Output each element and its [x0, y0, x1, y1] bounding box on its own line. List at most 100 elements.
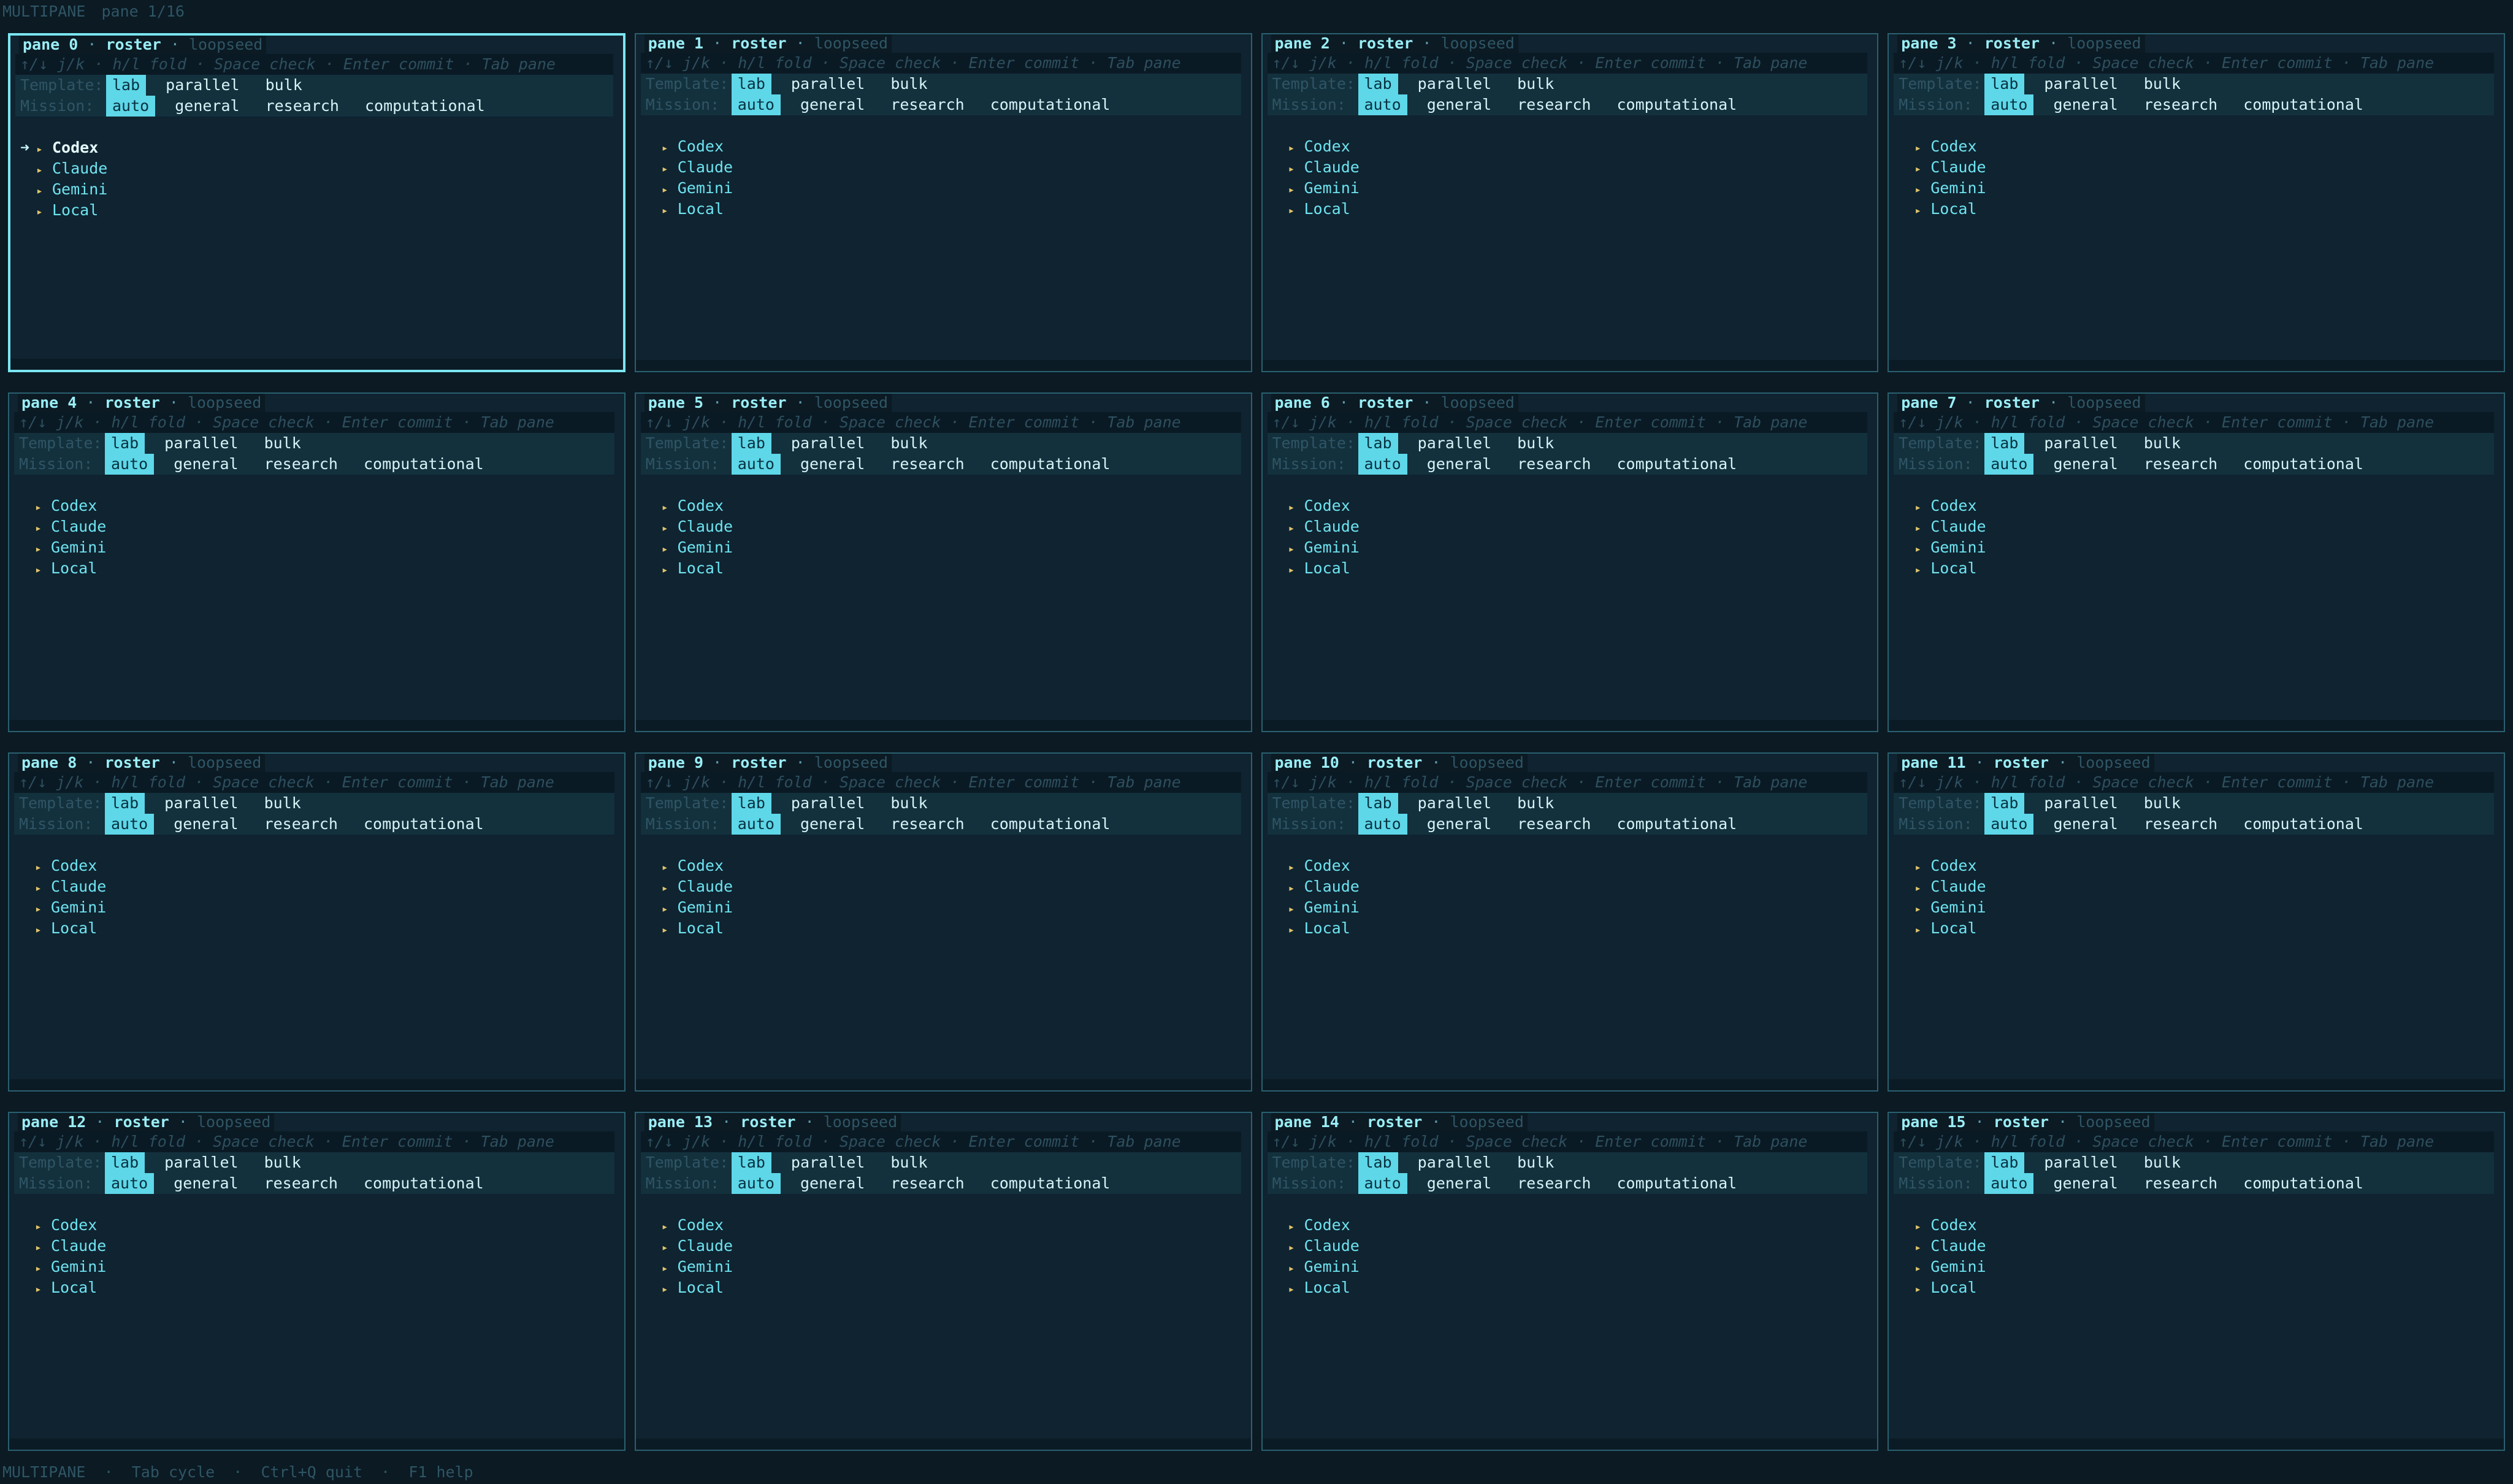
template-option-bulk[interactable]: bulk — [884, 433, 933, 454]
expand-triangle-icon[interactable]: ▸ — [1288, 180, 1304, 201]
template-option-parallel[interactable]: parallel — [2038, 433, 2124, 454]
expand-triangle-icon[interactable]: ▸ — [662, 920, 678, 941]
mission-option-auto[interactable]: auto — [1358, 1172, 1407, 1194]
pane-5[interactable]: pane 5 · roster · loopseed ↑/↓ j/k · h/l… — [634, 392, 1252, 732]
mission-option-research[interactable]: research — [259, 96, 345, 117]
expand-triangle-icon[interactable]: ▸ — [662, 201, 678, 221]
agent-item-gemini[interactable]: ▸ Gemini — [646, 178, 1241, 199]
expand-triangle-icon[interactable]: ▸ — [1288, 899, 1304, 920]
expand-triangle-icon[interactable]: ▸ — [1288, 539, 1304, 560]
template-option-bulk[interactable]: bulk — [2138, 74, 2187, 94]
expand-triangle-icon[interactable]: ▸ — [35, 899, 51, 920]
expand-triangle-icon[interactable]: ▸ — [662, 180, 678, 201]
expand-triangle-icon[interactable]: ▸ — [662, 159, 678, 180]
expand-triangle-icon[interactable]: ▸ — [1914, 201, 1930, 221]
expand-triangle-icon[interactable]: ▸ — [662, 1258, 678, 1279]
agent-item-gemini[interactable]: ▸ Gemini — [1899, 897, 2494, 918]
agent-item-gemini[interactable]: ▸ Gemini — [646, 1256, 1241, 1277]
agent-item-local[interactable]: ▸ Local — [1899, 558, 2494, 579]
expand-triangle-icon[interactable]: ▸ — [1914, 857, 1930, 878]
agent-item-gemini[interactable]: ▸ Gemini — [1272, 178, 1868, 199]
agent-item-local[interactable]: ▸ Local — [1899, 918, 2494, 939]
mission-option-research[interactable]: research — [1511, 814, 1597, 835]
agent-item-claude[interactable]: ▸ Claude — [19, 1236, 614, 1256]
expand-triangle-icon[interactable]: ▸ — [35, 857, 51, 878]
mission-option-general[interactable]: general — [794, 1173, 871, 1194]
agent-item-claude[interactable]: ▸ Claude — [1272, 516, 1868, 537]
agent-item-claude[interactable]: ▸ Claude — [1899, 876, 2494, 897]
expand-triangle-icon[interactable]: ▸ — [36, 160, 52, 181]
expand-triangle-icon[interactable]: ▸ — [1914, 920, 1930, 941]
template-option-bulk[interactable]: bulk — [1511, 433, 1560, 454]
mission-option-auto[interactable]: auto — [105, 454, 155, 475]
pane-3[interactable]: pane 3 · roster · loopseed ↑/↓ j/k · h/l… — [1888, 33, 2505, 373]
expand-triangle-icon[interactable]: ▸ — [1914, 159, 1930, 180]
template-option-bulk[interactable]: bulk — [258, 433, 307, 454]
expand-triangle-icon[interactable]: ▸ — [1914, 539, 1930, 560]
mission-option-research[interactable]: research — [1511, 454, 1597, 475]
expand-triangle-icon[interactable]: ▸ — [662, 878, 678, 899]
agent-item-gemini[interactable]: ▸ Gemini — [1272, 897, 1868, 918]
expand-triangle-icon[interactable]: ▸ — [35, 920, 51, 941]
expand-triangle-icon[interactable]: ▸ — [1914, 1279, 1930, 1300]
mission-option-auto[interactable]: auto — [1984, 1172, 2034, 1194]
expand-triangle-icon[interactable]: ▸ — [36, 139, 52, 160]
expand-triangle-icon[interactable]: ▸ — [35, 878, 51, 899]
template-option-lab[interactable]: lab — [106, 75, 147, 96]
template-option-lab[interactable]: lab — [1984, 792, 2025, 814]
agent-item-claude[interactable]: ▸ Claude — [20, 158, 613, 179]
agent-item-local[interactable]: ▸ Local — [1272, 199, 1868, 220]
agent-item-codex[interactable]: ▸ Codex — [1899, 136, 2494, 157]
mission-option-research[interactable]: research — [1511, 1173, 1597, 1194]
pane-10[interactable]: pane 10 · roster · loopseed ↑/↓ j/k · h/… — [1261, 752, 1879, 1092]
mission-option-research[interactable]: research — [1511, 94, 1597, 115]
mission-option-general[interactable]: general — [794, 94, 871, 115]
agent-item-codex[interactable]: ▸ Codex — [646, 855, 1241, 876]
expand-triangle-icon[interactable]: ▸ — [35, 497, 51, 518]
template-option-parallel[interactable]: parallel — [1412, 433, 1497, 454]
agent-item-claude[interactable]: ▸ Claude — [1899, 516, 2494, 537]
expand-triangle-icon[interactable]: ▸ — [1914, 1258, 1930, 1279]
template-option-bulk[interactable]: bulk — [884, 74, 933, 94]
template-option-parallel[interactable]: parallel — [785, 793, 871, 814]
pane-12[interactable]: pane 12 · roster · loopseed ↑/↓ j/k · h/… — [8, 1111, 625, 1451]
agent-item-local[interactable]: ▸ Local — [1272, 918, 1868, 939]
template-option-parallel[interactable]: parallel — [1412, 74, 1497, 94]
mission-option-research[interactable]: research — [2138, 94, 2224, 115]
template-option-parallel[interactable]: parallel — [158, 433, 244, 454]
mission-option-computational[interactable]: computational — [359, 96, 491, 117]
mission-option-auto[interactable]: auto — [1984, 94, 2034, 115]
expand-triangle-icon[interactable]: ▸ — [35, 539, 51, 560]
template-option-bulk[interactable]: bulk — [2138, 793, 2187, 814]
agent-item-local[interactable]: ▸ Local — [19, 918, 614, 939]
mission-option-general[interactable]: general — [2047, 94, 2124, 115]
agent-item-codex[interactable]: ▸ Codex — [1899, 495, 2494, 516]
template-option-lab[interactable]: lab — [731, 792, 771, 814]
agent-item-claude[interactable]: ▸ Claude — [1272, 1236, 1868, 1256]
agent-item-local[interactable]: ▸ Local — [646, 918, 1241, 939]
template-option-bulk[interactable]: bulk — [884, 793, 933, 814]
mission-option-research[interactable]: research — [884, 94, 970, 115]
mission-option-general[interactable]: general — [167, 814, 244, 835]
agent-item-claude[interactable]: ▸ Claude — [1272, 876, 1868, 897]
mission-option-auto[interactable]: auto — [1358, 454, 1407, 475]
expand-triangle-icon[interactable]: ▸ — [1914, 1237, 1930, 1258]
template-option-parallel[interactable]: parallel — [158, 793, 244, 814]
pane-7[interactable]: pane 7 · roster · loopseed ↑/↓ j/k · h/l… — [1888, 392, 2505, 732]
mission-option-computational[interactable]: computational — [2237, 454, 2370, 475]
mission-option-computational[interactable]: computational — [1611, 94, 1743, 115]
expand-triangle-icon[interactable]: ▸ — [1288, 497, 1304, 518]
expand-triangle-icon[interactable]: ▸ — [1288, 920, 1304, 941]
template-option-lab[interactable]: lab — [731, 1152, 771, 1173]
template-option-lab[interactable]: lab — [1984, 1152, 2025, 1173]
agent-item-codex[interactable]: ▸ Codex — [1899, 855, 2494, 876]
expand-triangle-icon[interactable]: ▸ — [662, 899, 678, 920]
expand-triangle-icon[interactable]: ▸ — [1914, 560, 1930, 581]
agent-item-codex[interactable]: ▸ Codex — [19, 495, 614, 516]
mission-option-general[interactable]: general — [1421, 1173, 1497, 1194]
expand-triangle-icon[interactable]: ▸ — [35, 1237, 51, 1258]
template-option-parallel[interactable]: parallel — [2038, 793, 2124, 814]
template-option-parallel[interactable]: parallel — [785, 433, 871, 454]
template-option-bulk[interactable]: bulk — [1511, 74, 1560, 94]
mission-option-general[interactable]: general — [2047, 1173, 2124, 1194]
